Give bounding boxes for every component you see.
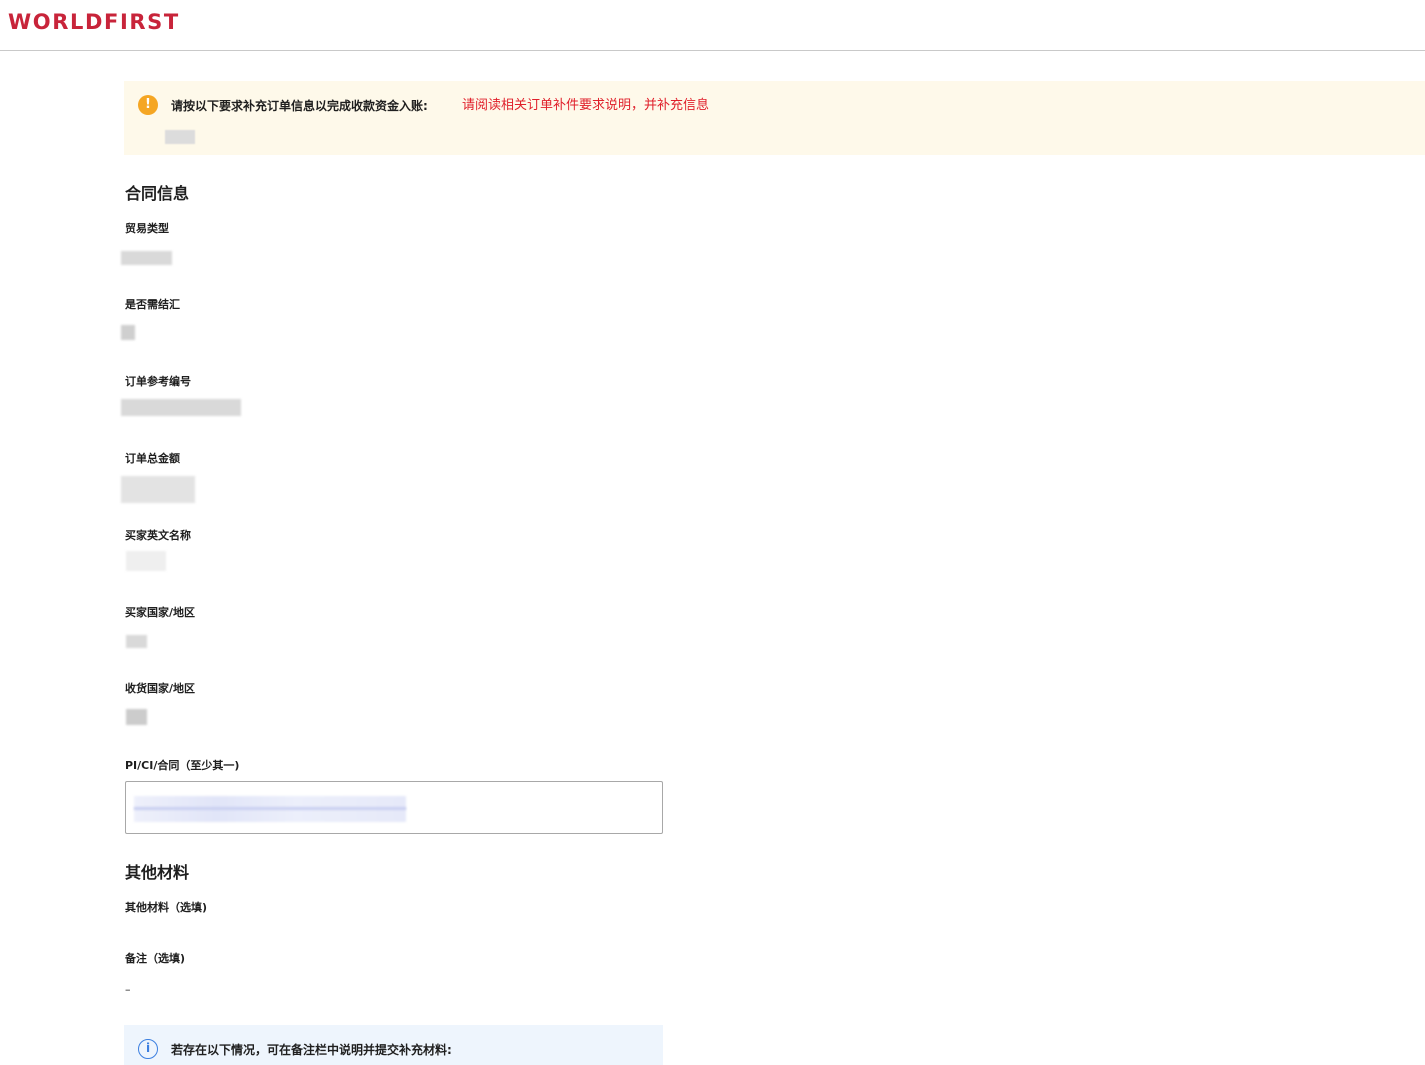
shipping-country-label: 收货国家/地区 bbox=[125, 682, 196, 695]
other-materials-title: 其他材料 bbox=[125, 863, 190, 882]
pi-ci-contract-file-box[interactable] bbox=[125, 781, 663, 834]
order-amount-label: 订单总金额 bbox=[125, 452, 180, 465]
contract-info-title: 合同信息 bbox=[125, 184, 190, 203]
order-reference-label: 订单参考编号 bbox=[125, 375, 191, 388]
exclamation-circle-icon: ! bbox=[138, 95, 158, 115]
buyer-english-name-label: 买家英文名称 bbox=[125, 529, 191, 542]
remark-instructions-text: 若存在以下情况，可在备注栏中说明并提交补充材料: bbox=[171, 1043, 452, 1057]
fx-settlement-label: 是否需结汇 bbox=[125, 298, 180, 311]
requirements-link[interactable]: 请阅读相关订单补件要求说明，并补充信息 bbox=[462, 94, 709, 113]
uploaded-file-link-line bbox=[134, 807, 406, 810]
fx-settlement-value-redacted bbox=[121, 325, 135, 340]
requirement-notice: ! 请按以下要求补充订单信息以完成收款资金入账: 请阅读相关订单补件要求说明，并… bbox=[124, 81, 1425, 155]
notice-text: 请按以下要求补充订单信息以完成收款资金入账: bbox=[171, 99, 428, 113]
remark-instructions-box: i 若存在以下情况，可在备注栏中说明并提交补充材料: bbox=[124, 1025, 663, 1065]
pi-ci-contract-label: PI/CI/合同（至少其一) bbox=[125, 759, 240, 772]
top-bar: WORLDFIRST bbox=[0, 0, 1425, 51]
order-reference-value-redacted bbox=[121, 399, 241, 416]
buyer-country-label: 买家国家/地区 bbox=[125, 606, 196, 619]
info-circle-icon: i bbox=[138, 1039, 158, 1059]
redacted-notice-detail bbox=[165, 130, 195, 144]
other-materials-label: 其他材料（选填) bbox=[125, 901, 208, 914]
trade-type-value-redacted bbox=[121, 251, 172, 265]
order-amount-value-redacted bbox=[121, 476, 195, 503]
worldfirst-logo[interactable]: WORLDFIRST bbox=[8, 10, 180, 34]
shipping-country-value-redacted bbox=[126, 709, 147, 725]
remark-value: – bbox=[125, 983, 131, 996]
remark-label: 备注（选填) bbox=[125, 952, 186, 965]
trade-type-label: 贸易类型 bbox=[125, 222, 169, 235]
buyer-country-value-redacted bbox=[126, 635, 147, 648]
buyer-name-value-redacted bbox=[126, 551, 166, 571]
